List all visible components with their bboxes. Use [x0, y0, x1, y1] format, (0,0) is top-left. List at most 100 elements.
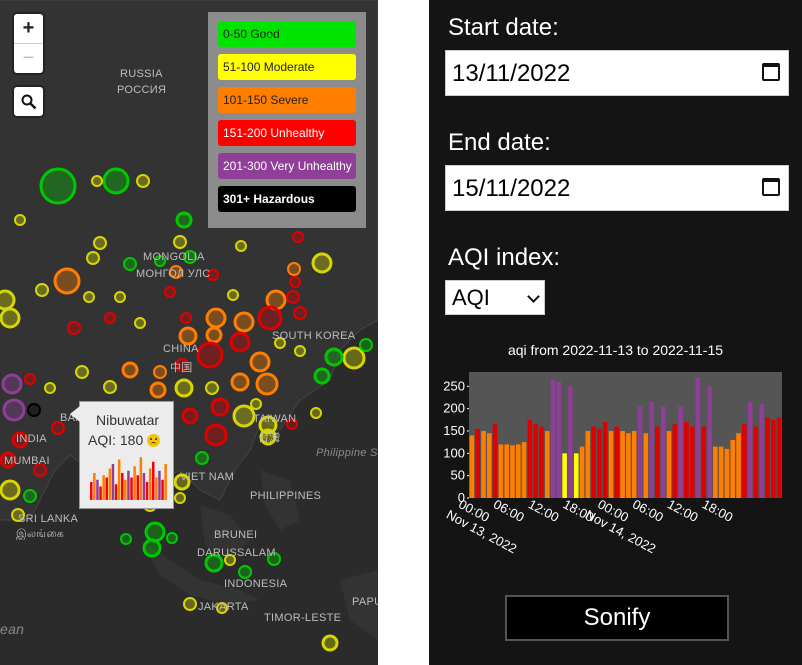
station-marker[interactable] — [173, 235, 187, 249]
station-marker[interactable] — [196, 341, 224, 369]
station-marker[interactable] — [210, 397, 230, 417]
chart-bar — [660, 406, 666, 498]
map-label: MONGOLIA — [143, 251, 205, 263]
station-marker[interactable] — [293, 306, 307, 320]
station-marker[interactable] — [39, 167, 77, 205]
station-marker[interactable] — [205, 307, 227, 329]
station-marker[interactable] — [164, 286, 176, 298]
station-marker[interactable] — [153, 365, 167, 379]
station-marker[interactable] — [75, 365, 89, 379]
station-marker[interactable] — [292, 231, 304, 243]
map-label: TIMOR-LESTE — [264, 612, 342, 624]
station-marker[interactable] — [144, 521, 166, 543]
station-marker[interactable] — [114, 291, 126, 303]
aqi-index-select[interactable]: AQI — [445, 280, 545, 315]
station-marker[interactable] — [23, 489, 37, 503]
station-marker[interactable] — [27, 403, 41, 417]
sonify-button[interactable]: Sonify — [505, 595, 729, 641]
station-marker[interactable] — [35, 283, 49, 297]
station-marker[interactable] — [359, 338, 373, 352]
station-marker[interactable] — [14, 214, 26, 226]
station-marker[interactable] — [2, 398, 26, 422]
station-marker[interactable] — [174, 492, 186, 504]
station-marker[interactable] — [91, 175, 103, 187]
map-label: INDONESIA — [224, 578, 288, 590]
chart-bar — [747, 401, 753, 498]
station-marker[interactable] — [180, 312, 192, 324]
start-date-input[interactable]: 13/11/2022 — [445, 50, 789, 96]
station-marker[interactable] — [0, 289, 16, 311]
station-marker[interactable] — [250, 398, 262, 410]
map[interactable]: + − 0-50 Good 51-100 Moderate 101-150 Seve… — [0, 0, 378, 665]
station-marker[interactable] — [255, 372, 279, 396]
station-marker[interactable] — [142, 538, 162, 558]
station-marker[interactable] — [1, 373, 23, 395]
station-marker[interactable] — [324, 347, 344, 367]
station-marker[interactable] — [287, 262, 301, 276]
station-marker[interactable] — [321, 634, 339, 652]
start-date-label: Start date: — [448, 14, 559, 41]
station-marker[interactable] — [249, 351, 271, 373]
zoom-in-button[interactable]: + — [14, 14, 43, 43]
station-marker[interactable] — [178, 326, 198, 346]
station-marker[interactable] — [183, 597, 197, 611]
map-label: TAIWAN — [253, 413, 297, 425]
station-marker[interactable] — [342, 346, 366, 370]
station-marker[interactable] — [227, 289, 239, 301]
station-marker[interactable] — [44, 382, 56, 394]
station-marker[interactable] — [229, 331, 251, 353]
station-marker[interactable] — [232, 404, 256, 428]
station-marker[interactable] — [195, 451, 209, 465]
chart-bar — [701, 426, 707, 498]
station-marker[interactable] — [205, 326, 223, 344]
station-marker[interactable] — [311, 252, 333, 274]
station-marker[interactable] — [123, 257, 137, 271]
end-date-input[interactable]: 15/11/2022 — [445, 165, 789, 211]
station-marker[interactable] — [233, 311, 255, 333]
station-marker[interactable] — [67, 321, 81, 335]
map-label: DARUSSALAM — [197, 547, 276, 559]
station-marker[interactable] — [120, 533, 132, 545]
station-marker[interactable] — [104, 312, 116, 324]
mini-chart-bar — [108, 468, 112, 500]
station-marker[interactable] — [86, 251, 100, 265]
chart-x-tick-label: 12:00 — [665, 496, 701, 525]
chevron-down-icon — [527, 290, 540, 303]
station-marker[interactable] — [294, 345, 306, 357]
station-marker[interactable] — [205, 381, 219, 395]
station-marker[interactable] — [0, 307, 21, 329]
calendar-icon[interactable] — [762, 63, 780, 81]
station-marker[interactable] — [286, 290, 300, 304]
station-marker[interactable] — [53, 267, 81, 295]
station-marker[interactable] — [102, 167, 130, 195]
zoom-out-button[interactable]: − — [14, 43, 43, 73]
station-marker[interactable] — [93, 236, 107, 250]
station-marker[interactable] — [103, 380, 117, 394]
station-marker[interactable] — [181, 407, 199, 425]
station-marker[interactable] — [83, 291, 95, 303]
station-marker[interactable] — [230, 372, 250, 392]
station-marker[interactable] — [313, 367, 331, 385]
station-marker[interactable] — [166, 532, 178, 544]
station-marker[interactable] — [136, 174, 150, 188]
station-marker[interactable] — [175, 211, 193, 229]
station-marker[interactable] — [24, 373, 36, 385]
search-button[interactable] — [14, 87, 43, 116]
chart-bar — [713, 446, 718, 498]
mini-chart-bar — [152, 461, 155, 500]
chart-bar — [469, 435, 475, 498]
calendar-icon[interactable] — [762, 178, 780, 196]
station-marker[interactable] — [174, 378, 194, 398]
station-marker[interactable] — [235, 240, 247, 252]
station-marker[interactable] — [257, 305, 283, 331]
chart-x-tick-label: 06:00 — [630, 496, 666, 525]
station-marker[interactable] — [0, 479, 21, 501]
station-marker[interactable] — [238, 565, 252, 579]
station-marker[interactable] — [310, 407, 322, 419]
station-marker[interactable] — [204, 423, 228, 447]
station-marker[interactable] — [289, 276, 301, 288]
station-marker[interactable] — [134, 317, 146, 329]
chart-y-tick: 200 — [443, 401, 465, 416]
station-marker[interactable] — [149, 381, 167, 399]
station-marker[interactable] — [121, 361, 139, 379]
